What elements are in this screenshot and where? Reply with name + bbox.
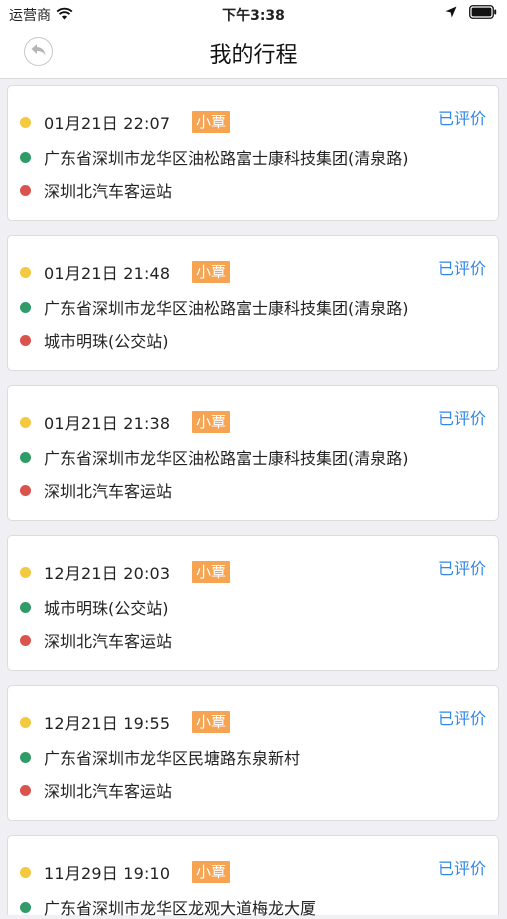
rated-link[interactable]: 已评价 [438,555,486,579]
driver-tag: 小覃 [192,561,231,583]
trip-start-address: 广东省深圳市龙华区龙观大道梅龙大厦 [44,899,317,918]
trip-end-address: 深圳北汽车客运站 [44,482,173,501]
driver-tag: 小覃 [192,711,231,733]
time-dot-icon [20,866,31,878]
trip-start-row: 广东省深圳市龙华区民塘路东泉新村 [20,745,300,769]
driver-tag: 小覃 [192,411,231,433]
trip-start-address: 城市明珠(公交站) [44,599,169,618]
time-dot-icon [20,266,31,278]
start-dot-icon [20,601,31,613]
trip-end-row: 城市明珠(公交站) [20,328,169,352]
trip-start-address: 广东省深圳市龙华区民塘路东泉新村 [44,749,301,768]
time-dot-icon [20,566,31,578]
trip-start-row: 广东省深圳市龙华区龙观大道梅龙大厦 [20,895,316,919]
trip-start-row: 广东省深圳市龙华区油松路富士康科技集团(清泉路) [20,295,409,319]
driver-tag: 小覃 [192,861,231,883]
trip-card[interactable]: 12月21日 19:55 小覃 已评价 广东省深圳市龙华区民塘路东泉新村 深圳北… [7,685,499,821]
trip-card[interactable]: 11月29日 19:10 小覃 已评价 广东省深圳市龙华区龙观大道梅龙大厦 [7,835,499,918]
start-dot-icon [20,901,31,913]
rated-link[interactable]: 已评价 [438,405,486,429]
battery-icon [469,5,497,23]
trip-time-row: 11月29日 19:10 小覃 [20,860,231,884]
trip-time: 12月21日 20:03 [44,564,171,583]
trip-end-address: 深圳北汽车客运站 [44,182,173,201]
trip-end-row: 深圳北汽车客运站 [20,628,172,652]
start-dot-icon [20,451,31,463]
nav-bar: 我的行程 [0,26,507,79]
trip-card[interactable]: 01月21日 22:07 小覃 已评价 广东省深圳市龙华区油松路富士康科技集团(… [7,85,499,221]
trip-card[interactable]: 01月21日 21:48 小覃 已评价 广东省深圳市龙华区油松路富士康科技集团(… [7,235,499,371]
rated-link[interactable]: 已评价 [438,855,486,879]
trip-start-row: 城市明珠(公交站) [20,595,169,619]
location-arrow-icon [445,6,457,22]
start-dot-icon [20,751,31,763]
trip-end-row: 深圳北汽车客运站 [20,478,172,502]
trip-start-address: 广东省深圳市龙华区油松路富士康科技集团(清泉路) [44,149,409,168]
trip-card[interactable]: 12月21日 20:03 小覃 已评价 城市明珠(公交站) 深圳北汽车客运站 [7,535,499,671]
trip-time: 11月29日 19:10 [44,864,171,883]
end-dot-icon [20,334,31,346]
trip-time: 01月21日 21:48 [44,264,171,283]
status-right-icons [445,5,497,23]
trip-time: 01月21日 22:07 [44,114,171,133]
trip-end-row: 深圳北汽车客运站 [20,778,172,802]
rated-link[interactable]: 已评价 [438,255,486,279]
trip-time-row: 12月21日 19:55 小覃 [20,710,231,734]
driver-tag: 小覃 [192,111,231,133]
trip-time-row: 12月21日 20:03 小覃 [20,560,231,584]
start-dot-icon [20,151,31,163]
trip-end-address: 深圳北汽车客运站 [44,782,173,801]
status-time: 下午3:38 [222,8,285,24]
trip-card[interactable]: 01月21日 21:38 小覃 已评价 广东省深圳市龙华区油松路富士康科技集团(… [7,385,499,521]
trip-end-row: 深圳北汽车客运站 [20,178,172,202]
end-dot-icon [20,184,31,196]
trip-time-row: 01月21日 21:48 小覃 [20,260,231,284]
trip-start-address: 广东省深圳市龙华区油松路富士康科技集团(清泉路) [44,299,409,318]
trip-time: 01月21日 21:38 [44,414,171,433]
end-dot-icon [20,634,31,646]
trip-time: 12月21日 19:55 [44,714,171,733]
trip-end-address: 城市明珠(公交站) [44,332,169,351]
trip-start-address: 广东省深圳市龙华区油松路富士康科技集团(清泉路) [44,449,409,468]
end-dot-icon [20,484,31,496]
trip-end-address: 深圳北汽车客运站 [44,632,173,651]
trip-start-row: 广东省深圳市龙华区油松路富士康科技集团(清泉路) [20,145,409,169]
time-dot-icon [20,116,31,128]
trip-start-row: 广东省深圳市龙华区油松路富士康科技集团(清泉路) [20,445,409,469]
trip-time-row: 01月21日 22:07 小覃 [20,110,231,134]
trip-time-row: 01月21日 21:38 小覃 [20,410,231,434]
rated-link[interactable]: 已评价 [438,705,486,729]
status-bar: 运营商 下午3:38 [0,0,507,26]
end-dot-icon [20,784,31,796]
page-title: 我的行程 [209,43,298,68]
time-dot-icon [20,416,31,428]
rated-link[interactable]: 已评价 [438,105,486,129]
driver-tag: 小覃 [192,261,231,283]
time-dot-icon [20,716,31,728]
start-dot-icon [20,301,31,313]
